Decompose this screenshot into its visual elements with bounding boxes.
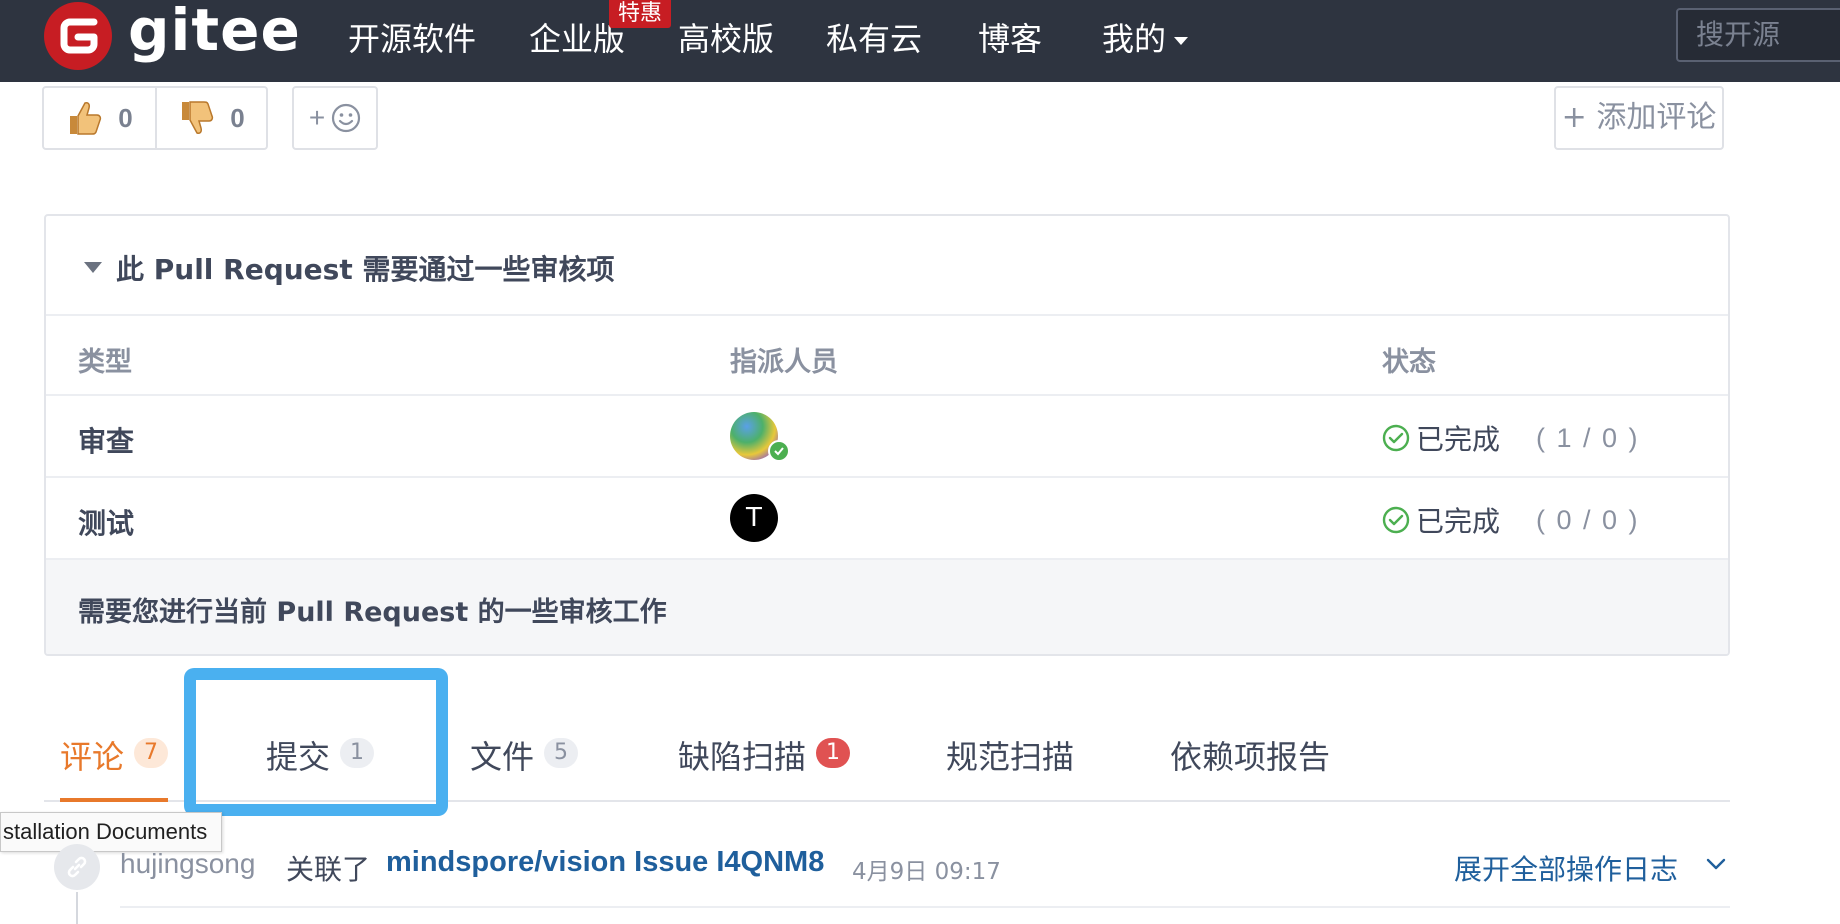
column-status: 状态 bbox=[1382, 347, 1436, 378]
thumbs-up-count: 0 bbox=[118, 102, 133, 133]
review-panel-footer: 需要您进行当前 Pull Request 的一些审核工作 bbox=[46, 560, 1728, 654]
plus-label: + bbox=[308, 102, 326, 133]
nav-blog[interactable]: 博客 bbox=[978, 14, 1042, 60]
smiley-icon bbox=[332, 103, 361, 133]
highlight-box bbox=[184, 668, 448, 816]
check-circle-icon bbox=[1382, 424, 1410, 452]
status-cell: 已完成 ( 0 / 0 ) bbox=[1382, 500, 1640, 540]
log-timestamp: 4月9日 09:17 bbox=[852, 859, 1001, 885]
tab-label: 缺陷扫描 bbox=[678, 738, 807, 776]
search-input[interactable]: 搜开源 bbox=[1676, 8, 1840, 62]
review-footer-text: 需要您进行当前 Pull Request 的一些审核工作 bbox=[78, 597, 667, 628]
tab-count-badge: 1 bbox=[816, 738, 851, 768]
tab-count-badge: 7 bbox=[134, 738, 169, 768]
chevron-down-icon[interactable] bbox=[1704, 852, 1728, 876]
timeline-line bbox=[76, 892, 78, 924]
tab-standard-scan[interactable]: 规范扫描 bbox=[946, 732, 1074, 802]
collapse-triangle-icon[interactable] bbox=[84, 262, 102, 273]
log-action-text: 关联了 bbox=[286, 853, 371, 886]
reaction-group: 0 0 bbox=[42, 86, 268, 150]
tooltip: stallation Documents bbox=[0, 812, 223, 852]
add-emoji-button[interactable]: + bbox=[292, 86, 378, 150]
thumbs-up-button[interactable]: 0 bbox=[44, 88, 155, 148]
nav-open-source[interactable]: 开源软件 bbox=[348, 14, 476, 60]
tab-dependency-report[interactable]: 依赖项报告 bbox=[1170, 732, 1330, 802]
table-row: 测试 T 已完成 ( 0 / 0 ) bbox=[46, 478, 1728, 560]
table-row: 审查 已完成 ( 1 / 0 ) bbox=[46, 396, 1728, 478]
thumbs-up-icon bbox=[70, 102, 102, 135]
column-assignee: 指派人员 bbox=[730, 347, 838, 378]
nav-mine-menu[interactable]: 我的 bbox=[1102, 14, 1189, 60]
status-text: 已完成 bbox=[1416, 423, 1501, 456]
gitee-logo-icon[interactable] bbox=[44, 2, 112, 70]
link-icon bbox=[54, 844, 100, 890]
tab-defect-scan[interactable]: 缺陷扫描 1 bbox=[678, 732, 851, 802]
tab-comments[interactable]: 评论 7 bbox=[60, 732, 169, 802]
enterprise-promo-badge: 特惠 bbox=[609, 0, 671, 28]
check-circle-icon bbox=[1382, 506, 1410, 534]
status-count: ( 1 / 0 ) bbox=[1536, 422, 1640, 453]
column-type: 类型 bbox=[78, 347, 132, 378]
tab-label: 规范扫描 bbox=[946, 738, 1075, 776]
tab-label: 依赖项报告 bbox=[1170, 738, 1331, 776]
log-user-link[interactable]: hujingsong bbox=[120, 848, 255, 880]
divider bbox=[120, 906, 1730, 908]
review-requirements-panel: 此 Pull Request 需要通过一些审核项 类型 指派人员 状态 审查 已… bbox=[44, 214, 1730, 656]
status-count: ( 0 / 0 ) bbox=[1536, 504, 1640, 535]
review-table-header: 类型 指派人员 状态 bbox=[46, 316, 1728, 396]
tab-files[interactable]: 文件 5 bbox=[470, 732, 579, 802]
review-type-label: 审查 bbox=[78, 425, 135, 458]
top-navbar: gitee 开源软件 企业版 特惠 高校版 私有云 博客 我的 搜开源 bbox=[0, 0, 1840, 82]
thumbs-down-icon bbox=[182, 101, 214, 134]
nav-mine-label: 我的 bbox=[1102, 20, 1167, 58]
tab-label: 文件 bbox=[470, 738, 535, 776]
caret-down-icon bbox=[1174, 37, 1189, 45]
tab-count-badge: 5 bbox=[544, 738, 579, 768]
log-issue-link[interactable]: mindspore/vision Issue I4QNM8 bbox=[386, 846, 824, 879]
add-comment-button[interactable]: + 添加评论 bbox=[1554, 86, 1724, 150]
status-cell: 已完成 ( 1 / 0 ) bbox=[1382, 418, 1640, 458]
review-panel-header[interactable]: 此 Pull Request 需要通过一些审核项 bbox=[46, 216, 1728, 316]
tab-label: 评论 bbox=[60, 738, 125, 776]
expand-all-logs-link[interactable]: 展开全部操作日志 bbox=[1454, 848, 1678, 888]
nav-private-cloud[interactable]: 私有云 bbox=[826, 14, 922, 60]
thumbs-down-count: 0 bbox=[230, 102, 245, 133]
avatar[interactable] bbox=[730, 412, 790, 462]
avatar[interactable]: T bbox=[730, 494, 778, 542]
approved-check-icon bbox=[768, 440, 790, 462]
status-text: 已完成 bbox=[1416, 505, 1501, 538]
review-type-label: 测试 bbox=[78, 507, 135, 540]
brand-name[interactable]: gitee bbox=[128, 0, 301, 64]
nav-university[interactable]: 高校版 bbox=[678, 14, 774, 60]
thumbs-down-button[interactable]: 0 bbox=[154, 88, 266, 148]
review-panel-title: 此 Pull Request 需要通过一些审核项 bbox=[116, 253, 615, 286]
